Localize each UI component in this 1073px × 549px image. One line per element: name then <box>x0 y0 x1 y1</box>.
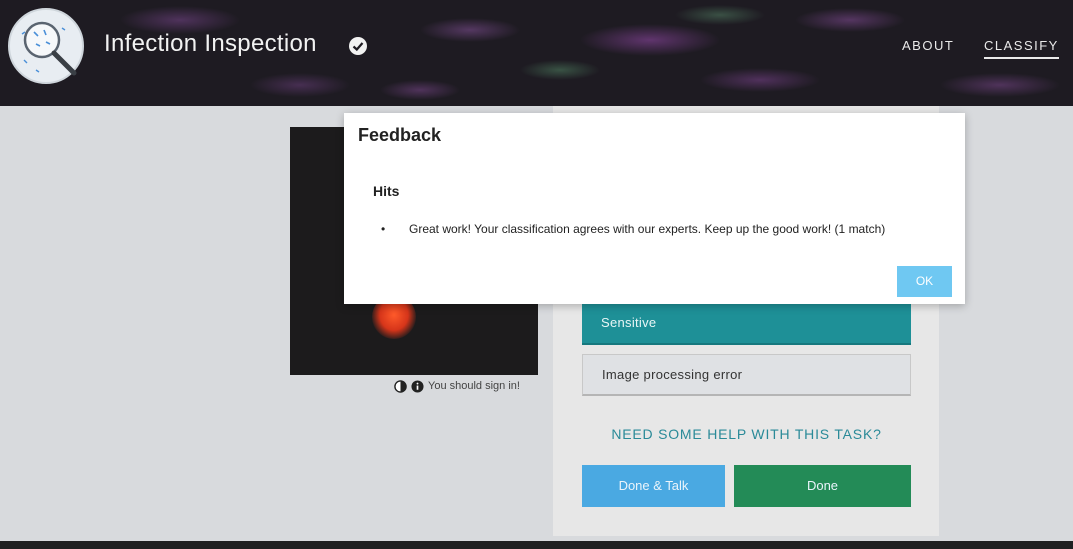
verified-badge-icon <box>349 37 367 55</box>
project-logo[interactable] <box>8 8 84 84</box>
site-footer <box>0 541 1073 549</box>
project-title[interactable]: Infection Inspection <box>104 30 317 58</box>
nav-classify-link[interactable]: CLASSIFY <box>984 38 1059 59</box>
answer-sensitive-button[interactable]: Sensitive <box>582 303 911 345</box>
feedback-message: Great work! Your classification agrees w… <box>409 222 886 236</box>
bullet-marker: • <box>381 222 386 236</box>
modal-title: Feedback <box>358 125 442 145</box>
nav-about-link[interactable]: ABOUT <box>902 38 954 53</box>
magnifier-logo-icon <box>21 21 77 76</box>
subject-toolbar: You should sign in! <box>394 378 520 394</box>
answer-image-processing-error-button[interactable]: Image processing error <box>582 354 911 396</box>
task-help-link[interactable]: NEED SOME HELP WITH THIS TASK? <box>582 426 911 442</box>
done-button[interactable]: Done <box>734 465 911 507</box>
feedback-modal: Feedback Hits • Great work! Your classif… <box>344 113 965 304</box>
done-and-talk-button[interactable]: Done & Talk <box>582 465 725 507</box>
site-header: Infection Inspection ABOUT CLASSIFY <box>0 0 1073 106</box>
sign-in-prompt[interactable]: You should sign in! <box>428 380 520 392</box>
hits-heading: Hits <box>373 183 400 199</box>
info-icon[interactable] <box>411 379 424 393</box>
ok-button[interactable]: OK <box>897 266 952 297</box>
contrast-icon[interactable] <box>394 379 407 393</box>
